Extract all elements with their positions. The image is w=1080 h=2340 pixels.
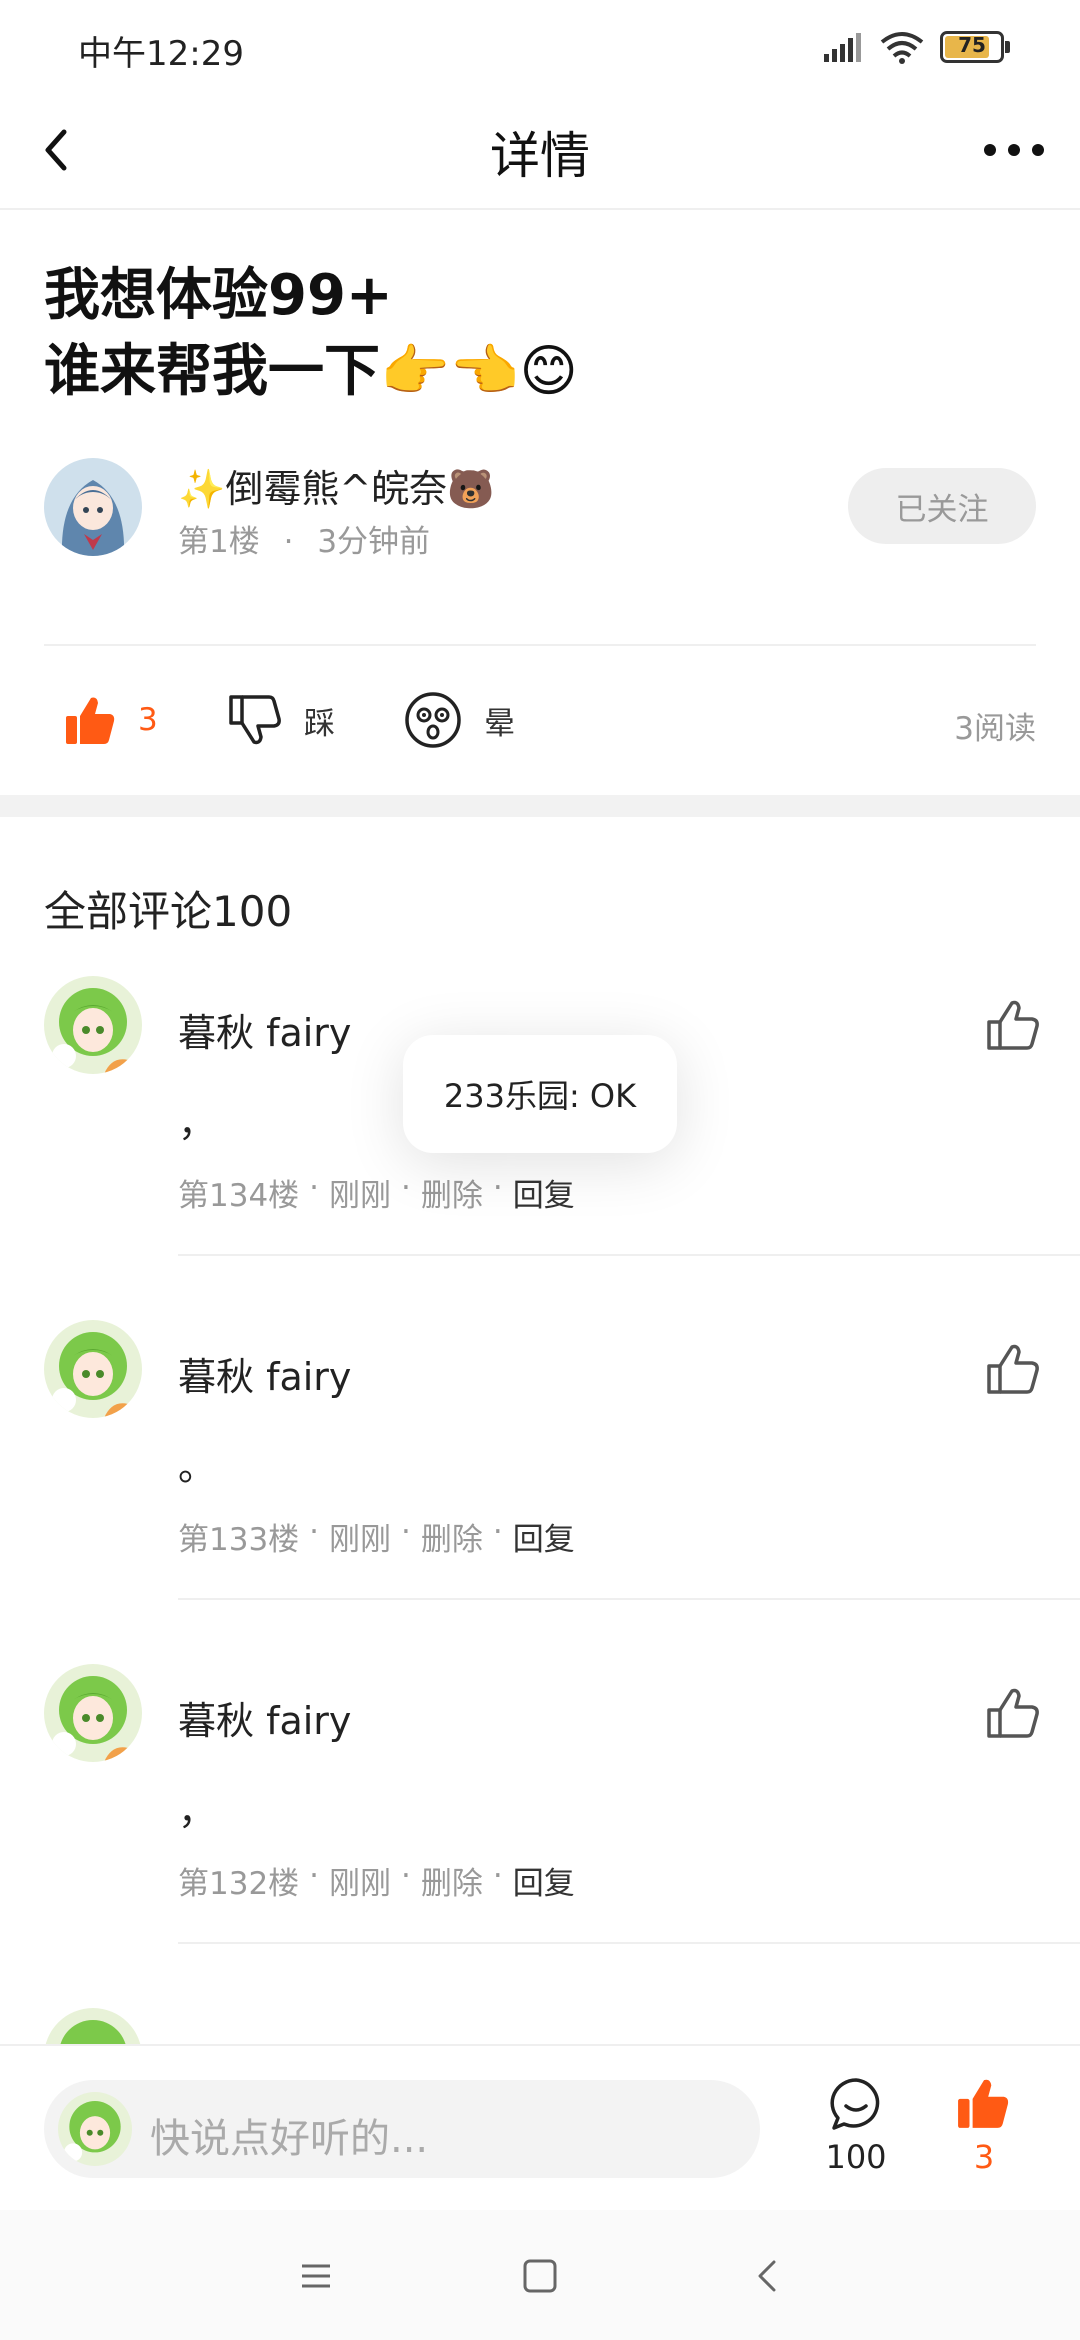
comment-text: 。 (178, 1445, 217, 1489)
commenter-avatar[interactable] (44, 1664, 142, 1762)
comment-count: 100 (825, 2138, 887, 2176)
comment-input-placeholder: 快说点好听的... (150, 2116, 429, 2162)
comment-delete-link[interactable]: 删除 (421, 1514, 483, 1559)
comment-divider (178, 1942, 1080, 1944)
recent-apps-button[interactable] (286, 2246, 346, 2306)
comment-meta: 第133楼 · 刚刚 · 删除 · 回复 (178, 1514, 575, 1559)
system-nav-bar (0, 2210, 1080, 2340)
comments-header: 全部评论100 (44, 887, 293, 936)
comment-meta: 第134楼 · 刚刚 · 删除 · 回复 (178, 1170, 575, 1215)
back-arrow-icon (45, 129, 67, 171)
home-button[interactable] (510, 2246, 570, 2306)
comment-like-button[interactable] (986, 1342, 1040, 1396)
comment-time: 刚刚 (329, 1866, 392, 1902)
more-dots-icon (984, 144, 1044, 156)
comment-bubble-icon (830, 2078, 880, 2130)
dizzy-label: 晕 (484, 705, 515, 742)
dislike-label: 踩 (304, 705, 335, 742)
comment-time: 刚刚 (329, 1522, 392, 1558)
post-title-line-2: 谁来帮我一下👉👈😊 (44, 339, 578, 404)
comment-reply-link[interactable]: 回复 (513, 1514, 575, 1559)
commenter-avatar[interactable] (44, 1320, 142, 1418)
comments-button[interactable]: 100 (806, 2076, 906, 2186)
comment-reply-link[interactable]: 回复 (513, 1170, 575, 1215)
dizzy-button[interactable]: 晕 (404, 690, 515, 750)
comment-text: ， (178, 1101, 217, 1145)
post-meta: 第1楼 · 3分钟前 (178, 516, 430, 561)
top-nav-bar: 详情 (0, 90, 1080, 210)
thumbs-up-filled-icon (958, 2079, 1009, 2128)
signal-icon (824, 33, 861, 62)
post-floor: 第1楼 (178, 524, 260, 560)
thumbs-up-outline-icon (987, 1000, 1039, 1050)
home-square-icon (523, 2259, 557, 2293)
comment-time: 刚刚 (329, 1178, 392, 1214)
comment-delete-link[interactable]: 删除 (421, 1170, 483, 1215)
thumbs-up-outline-icon (987, 1688, 1039, 1738)
commenter-name[interactable]: 暮秋 fairy (178, 1002, 351, 1057)
dizzy-face-icon (405, 692, 461, 748)
comment-input[interactable]: 快说点好听的... (44, 2080, 760, 2178)
dislike-button[interactable]: 踩 (228, 690, 335, 750)
system-back-button[interactable] (738, 2246, 798, 2306)
divider (44, 644, 1036, 646)
menu-icon (302, 2264, 330, 2288)
battery-icon: 75 (940, 31, 1010, 63)
status-bar: 中午12:29 75 (0, 0, 1080, 90)
comment-like-button[interactable] (986, 998, 1040, 1052)
my-avatar (58, 2092, 132, 2166)
comment-divider (178, 1254, 1080, 1256)
comment-floor: 第133楼 (178, 1522, 300, 1558)
commenter-name[interactable]: 暮秋 fairy (178, 1346, 351, 1401)
bottom-like-button[interactable]: 3 (934, 2076, 1034, 2186)
back-button[interactable] (34, 112, 110, 188)
comment-text: ， (178, 1789, 217, 1833)
post-title: 我想体验99+ 谁来帮我一下👉👈😊 (44, 258, 944, 410)
author-name[interactable]: ✨倒霉熊^皖奈🐻 (178, 458, 494, 513)
comment-reply-link[interactable]: 回复 (513, 1858, 575, 1903)
comment-floor: 第134楼 (178, 1178, 300, 1214)
status-time: 中午12:29 (78, 34, 244, 74)
battery-level: 75 (958, 33, 986, 57)
read-count: 3阅读 (954, 711, 1036, 747)
post-time: 3分钟前 (317, 524, 431, 560)
comment-bar: 快说点好听的... 100 3 (0, 2044, 1080, 2210)
wifi-icon (880, 32, 924, 64)
comment-divider (178, 1598, 1080, 1600)
thumbs-down-icon (229, 695, 281, 745)
author-avatar[interactable] (44, 458, 142, 556)
like-count: 3 (138, 702, 158, 738)
bottom-like-count: 3 (973, 2138, 995, 2176)
follow-button[interactable]: 已关注 (848, 468, 1036, 544)
comment-delete-link[interactable]: 删除 (421, 1858, 483, 1903)
post-title-line-1: 我想体验99+ (44, 263, 393, 328)
status-icons: 75 (822, 30, 1010, 64)
commenter-name[interactable]: 暮秋 fairy (178, 1690, 351, 1745)
page-title: 详情 (490, 127, 590, 185)
thumbs-up-outline-icon (987, 1344, 1039, 1394)
commenter-avatar[interactable] (44, 976, 142, 1074)
comment-like-button[interactable] (986, 1686, 1040, 1740)
comment-meta: 第132楼 · 刚刚 · 删除 · 回复 (178, 1858, 575, 1903)
toast-message: 233乐园: OK (403, 1035, 677, 1153)
section-separator (0, 795, 1080, 817)
comment-floor: 第132楼 (178, 1866, 300, 1902)
more-button[interactable] (974, 112, 1054, 188)
thumbs-up-filled-icon (66, 697, 115, 744)
meta-separator: · (283, 524, 294, 560)
like-button[interactable]: 3 (64, 690, 158, 750)
back-chevron-icon (758, 2260, 776, 2292)
